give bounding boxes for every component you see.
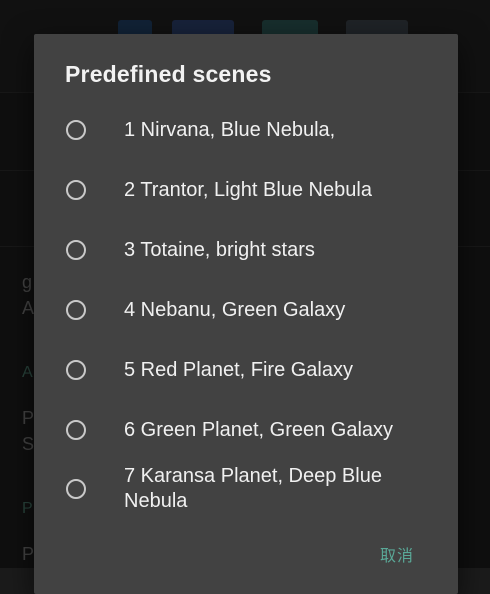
scene-option-5[interactable]: 5 Red Planet, Fire Galaxy [34,341,458,397]
scene-option-6[interactable]: 6 Green Planet, Green Galaxy [34,401,458,457]
predefined-scenes-dialog: Predefined scenes 1 Nirvana, Blue Nebula… [34,34,458,594]
dialog-title: Predefined scenes [65,61,272,87]
scene-option-label: 3 Totaine, bright stars [124,239,315,261]
radio-button-icon[interactable] [66,240,86,260]
scene-option-label: 4 Nebanu, Green Galaxy [124,299,346,321]
scene-option-label: 6 Green Planet, Green Galaxy [124,419,394,441]
scene-option-label: 2 Trantor, Light Blue Nebula [124,179,372,201]
radio-button-icon[interactable] [66,360,86,380]
scene-option-1[interactable]: 1 Nirvana, Blue Nebula, [34,101,458,157]
scene-option-7[interactable]: 7 Karansa Planet, Deep Blue Nebula [34,460,458,524]
radio-button-icon[interactable] [66,120,86,140]
radio-button-icon[interactable] [66,180,86,200]
scene-option-label: 5 Red Planet, Fire Galaxy [124,359,353,381]
radio-button-icon[interactable] [66,479,86,499]
radio-button-icon[interactable] [66,300,86,320]
scene-option-label: 7 Karansa Planet, Deep Blue Nebula [124,465,382,512]
scene-option-4[interactable]: 4 Nebanu, Green Galaxy [34,281,458,337]
scene-option-2[interactable]: 2 Trantor, Light Blue Nebula [34,161,458,217]
scene-option-3[interactable]: 3 Totaine, bright stars [34,221,458,277]
radio-button-icon[interactable] [66,420,86,440]
cancel-button[interactable]: 取消 [380,542,414,566]
scene-option-label: 1 Nirvana, Blue Nebula, [124,119,336,141]
